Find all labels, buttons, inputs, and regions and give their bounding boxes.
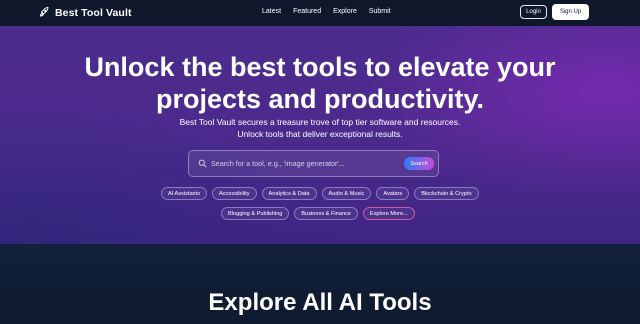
hero-subtitle-line1: Best Tool Vault secures a treasure trove… xyxy=(179,117,461,127)
chip-analytics-data[interactable]: Analytics & Data xyxy=(261,187,317,200)
brand-logo[interactable]: Best Tool Vault xyxy=(38,6,132,19)
main-nav: Latest Featured Explore Submit xyxy=(262,8,403,15)
signup-button[interactable]: Sign Up xyxy=(552,4,589,20)
search-button[interactable]: Search xyxy=(404,157,434,170)
search-input[interactable]: Search for a tool, e.g., 'image generato… xyxy=(211,159,345,168)
nav-link-featured[interactable]: Featured xyxy=(293,8,321,15)
chip-explore-more[interactable]: Explore More... xyxy=(362,207,415,220)
chip-blogging-publishing[interactable]: Blogging & Publishing xyxy=(221,207,290,220)
chip-row-2: Blogging & Publishing Business & Finance… xyxy=(221,207,420,220)
rocket-icon xyxy=(40,7,49,17)
hero-subtitle-line2: Unlock tools that deliver exceptional re… xyxy=(237,129,403,139)
section-title: Explore All AI Tools xyxy=(208,289,432,316)
chip-audio-music[interactable]: Audio & Music xyxy=(321,187,372,200)
tools-section: Explore All AI Tools xyxy=(0,244,640,324)
nav-link-submit[interactable]: Submit xyxy=(369,8,391,15)
search-icon xyxy=(198,159,207,168)
chip-ai-assistants[interactable]: AI Assistants xyxy=(161,187,208,200)
nav-link-latest[interactable]: Latest xyxy=(262,8,281,15)
hero-subtitle: Best Tool Vault secures a treasure trove… xyxy=(120,116,520,140)
chip-row-1: AI Assistants Accessibility Analytics & … xyxy=(161,187,484,200)
chip-avatars[interactable]: Avatars xyxy=(376,187,410,200)
login-button[interactable]: Login xyxy=(520,5,547,19)
chip-blockchain-crypto[interactable]: Blockchain & Crypto xyxy=(414,187,479,200)
chip-business-finance[interactable]: Business & Finance xyxy=(294,207,358,220)
search-bar[interactable]: Search for a tool, e.g., 'image generato… xyxy=(188,150,439,177)
site-header: Best Tool Vault Latest Featured Explore … xyxy=(0,0,640,26)
hero-title: Unlock the best tools to elevate your pr… xyxy=(84,52,556,114)
hero-section: Unlock the best tools to elevate your pr… xyxy=(0,26,640,244)
nav-link-explore[interactable]: Explore xyxy=(333,8,357,15)
brand-name: Best Tool Vault xyxy=(55,6,132,19)
chip-accessibility[interactable]: Accessibility xyxy=(212,187,257,200)
